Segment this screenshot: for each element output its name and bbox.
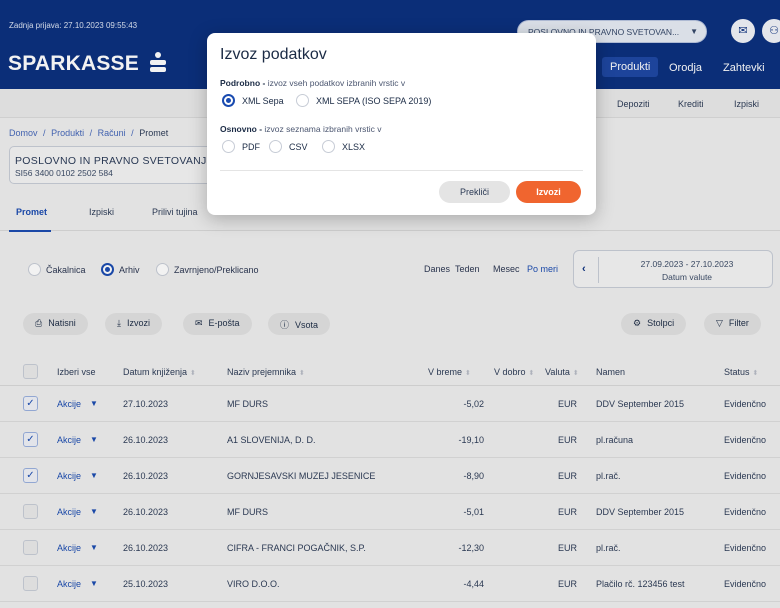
export-dialog: Izvoz podatkov Podrobno - izvoz vseh pod… [207,33,596,215]
radio-circle [296,94,309,107]
detailed-section-title: Podrobno - izvoz vseh podatkov izbranih … [220,78,405,88]
option-xlsx[interactable]: XLSX [322,140,365,153]
radio-circle [222,140,235,153]
basic-section-bold: Osnovno - [220,124,263,134]
option-pdf[interactable]: PDF [222,140,260,153]
radio-circle-selected [222,94,235,107]
option-label: XML Sepa [242,96,284,106]
cancel-button[interactable]: Prekliči [439,181,510,203]
detailed-section-desc: izvoz vseh podatkov izbranih vrstic v [265,78,406,88]
radio-circle [322,140,335,153]
option-label: CSV [289,142,308,152]
dialog-divider [220,170,583,171]
option-label: PDF [242,142,260,152]
option-xml-sepa[interactable]: XML Sepa [222,94,284,107]
radio-circle [269,140,282,153]
basic-section-title: Osnovno - izvoz seznama izbranih vrstic … [220,124,382,134]
detailed-section-bold: Podrobno - [220,78,266,88]
basic-section-desc: izvoz seznama izbranih vrstic v [262,124,382,134]
export-confirm-button[interactable]: Izvozi [516,181,581,203]
option-csv[interactable]: CSV [269,140,308,153]
dialog-title: Izvoz podatkov [220,46,327,63]
option-xml-sepa-2019[interactable]: XML SEPA (ISO SEPA 2019) [296,94,431,107]
option-label: XLSX [342,142,366,152]
option-label: XML SEPA (ISO SEPA 2019) [316,96,432,106]
